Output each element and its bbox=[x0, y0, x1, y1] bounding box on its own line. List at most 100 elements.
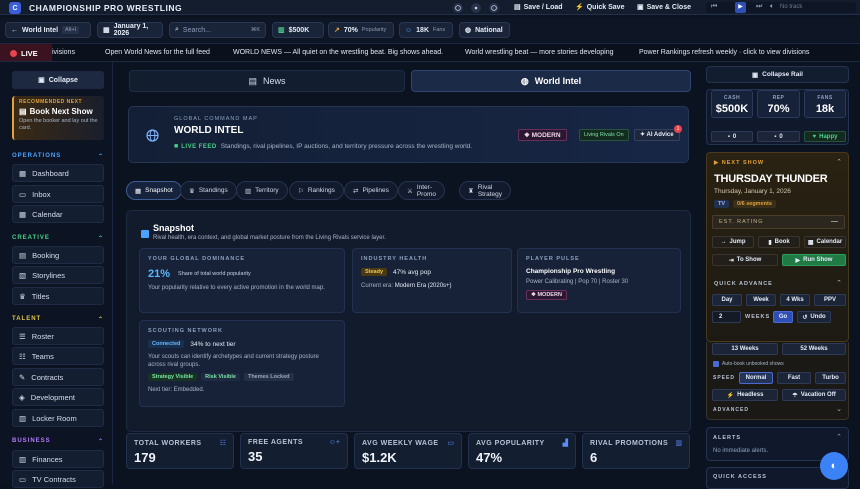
sidebar-item-label: Finances bbox=[32, 454, 63, 464]
ticker-item[interactable]: Open World News for the full feed bbox=[105, 49, 210, 56]
sidebar-item-development[interactable]: ◈ Development bbox=[12, 388, 104, 406]
stat-avg-weekly-wage: AVG WEEKLY WAGE ▭ $1.2K bbox=[354, 433, 462, 469]
era-pill[interactable]: ◍ National bbox=[459, 22, 510, 38]
globe-icon[interactable] bbox=[489, 3, 499, 13]
collapse-rail-button[interactable]: ▣ Collapse Rail bbox=[706, 66, 849, 83]
sidebar-item-tv-contracts[interactable]: ▭ TV Contracts bbox=[12, 470, 104, 488]
jump-button[interactable]: → Jump bbox=[712, 236, 754, 248]
trophy-icon: ♛ bbox=[19, 291, 26, 301]
subtab-rival-strategy[interactable]: ♜ Rival Strategy bbox=[459, 181, 512, 200]
stat-rival-promotions: RIVAL PROMOTIONS ▥ 6 bbox=[582, 433, 690, 469]
advance-ppv-button[interactable]: PPV bbox=[814, 294, 846, 306]
subtab-territory[interactable]: ▥ Territory bbox=[236, 181, 288, 200]
run-show-button[interactable]: ▶ Run Show bbox=[782, 254, 846, 266]
chevron-down-icon[interactable]: ⌄ bbox=[836, 405, 842, 413]
sidebar-item-booking[interactable]: ▤ Booking bbox=[12, 246, 104, 264]
ticker-item[interactable]: WORLD NEWS — All quiet on the wrestling … bbox=[233, 49, 443, 56]
subtab-rankings[interactable]: ⚐ Rankings bbox=[289, 181, 344, 200]
book-button[interactable]: ▮ Book bbox=[758, 236, 800, 248]
subtab-standings[interactable]: ♛ Standings bbox=[180, 181, 237, 200]
vacation-button[interactable]: ☂ Vacation Off bbox=[782, 389, 846, 401]
collapse-label: Collapse bbox=[48, 76, 78, 84]
subtab-pipelines[interactable]: ⇄ Pipelines bbox=[344, 181, 398, 200]
sidebar-item-inbox[interactable]: ▭ Inbox bbox=[12, 185, 104, 203]
section-business[interactable]: BUSINESS ⌃ bbox=[12, 438, 104, 445]
sidebar-item-teams[interactable]: ☷ Teams bbox=[12, 347, 104, 365]
speed-turbo-button[interactable]: Turbo bbox=[815, 372, 846, 384]
go-button[interactable]: Go bbox=[773, 311, 793, 323]
news-ticker[interactable]: LIVE ivisions Open World News for the fu… bbox=[0, 43, 860, 62]
sidebar-item-label: Roster bbox=[31, 331, 54, 341]
section-operations[interactable]: OPERATIONS ⌃ bbox=[12, 153, 104, 160]
speed-fast-button[interactable]: Fast bbox=[777, 372, 811, 384]
subtab-inter-promo[interactable]: ⚔ Inter-Promo bbox=[398, 181, 445, 200]
ai-advice-button[interactable]: ✦ AI Advice bbox=[634, 129, 680, 141]
chevron-up-icon[interactable]: ⌃ bbox=[836, 158, 842, 166]
tab-news[interactable]: ▤ News bbox=[129, 70, 405, 92]
save-load-button[interactable]: ▤ Save / Load bbox=[514, 3, 563, 12]
chevron-up-icon[interactable]: ⌃ bbox=[836, 433, 842, 441]
sidebar-item-calendar[interactable]: ▦ Calendar bbox=[12, 205, 104, 223]
sidebar-item-titles[interactable]: ♛ Titles bbox=[12, 287, 104, 305]
collapse-button[interactable]: ▣ Collapse bbox=[12, 71, 104, 89]
advanced-label[interactable]: ADVANCED bbox=[713, 407, 749, 413]
assistant-fab[interactable]: ◐ bbox=[820, 452, 848, 480]
fans-pill[interactable]: ☺ 18K Fans bbox=[399, 22, 453, 38]
ticker-item[interactable]: ivisions bbox=[52, 49, 75, 56]
scouting-next-tier: Next tier: Embedded. bbox=[148, 387, 205, 393]
quick-save-button[interactable]: ⚡ Quick Save bbox=[575, 3, 624, 12]
popularity-pill[interactable]: ↗ 70% Popularity bbox=[328, 22, 394, 38]
undo-button[interactable]: ↺ Undo bbox=[797, 311, 831, 323]
search-input[interactable]: ⌕ Search... ⌘K bbox=[169, 22, 266, 38]
subtab-snapshot[interactable]: ▦ Snapshot bbox=[126, 181, 182, 200]
ticker-item[interactable]: World wrestling beat — more stories deve… bbox=[465, 49, 614, 56]
tab-world-intel[interactable]: ◍ World Intel bbox=[411, 70, 691, 92]
subtab-label: Standings bbox=[198, 187, 228, 194]
rail-icon: ▣ bbox=[752, 71, 759, 79]
save-close-button[interactable]: ▣ Save & Close bbox=[637, 3, 691, 12]
chevron-up-icon: ⌃ bbox=[97, 154, 104, 160]
mood-value: Happy bbox=[819, 133, 838, 140]
chevron-up-icon[interactable]: ⌃ bbox=[836, 279, 842, 287]
to-show-button[interactable]: ⇥ To Show bbox=[712, 254, 778, 266]
scouting-value: 34% to next tier bbox=[190, 340, 236, 348]
sidebar-item-finances[interactable]: ▥ Finances bbox=[12, 450, 104, 468]
play-icon[interactable]: ▶ bbox=[735, 2, 746, 13]
date-button[interactable]: ▦ January 1, 2026 bbox=[97, 22, 163, 38]
live-feed-dot-icon: ■ bbox=[174, 143, 179, 150]
recommended-next-card[interactable]: RECOMMENDED NEXT ▤ Book Next Show Open th… bbox=[12, 96, 104, 140]
advance-52-weeks-button[interactable]: 52 Weeks bbox=[782, 343, 846, 355]
next-icon[interactable]: ⏭ bbox=[756, 3, 762, 11]
advance-day-button[interactable]: Day bbox=[712, 294, 742, 306]
speed-normal-button[interactable]: Normal bbox=[739, 372, 773, 384]
ticker-item[interactable]: Power Rankings refresh weekly · click to… bbox=[639, 49, 809, 56]
alerts-empty: No immediate alerts. bbox=[713, 448, 769, 454]
help-icon[interactable] bbox=[453, 3, 463, 13]
calendar-button[interactable]: ▦ Calendar bbox=[804, 236, 846, 248]
sidebar-item-contracts[interactable]: ✎ Contracts bbox=[12, 368, 104, 386]
sidebar-item-roster[interactable]: ☰ Roster bbox=[12, 327, 104, 345]
app-title: CHAMPIONSHIP PRO WRESTLING bbox=[29, 3, 183, 13]
advance-13-weeks-button[interactable]: 13 Weeks bbox=[712, 343, 778, 355]
card-title: YOUR GLOBAL DOMINANCE bbox=[148, 256, 245, 262]
section-label: TALENT bbox=[12, 316, 42, 322]
hero-eyebrow: GLOBAL COMMAND MAP bbox=[174, 116, 258, 122]
cash-pill[interactable]: ▥ $500K bbox=[272, 22, 324, 38]
headless-button[interactable]: ⚡ Headless bbox=[712, 389, 778, 401]
sidebar-item-locker-room[interactable]: ▥ Locker Room bbox=[12, 409, 104, 427]
sidebar-item-storylines[interactable]: ▧ Storylines bbox=[12, 266, 104, 284]
autobook-toggle[interactable]: Auto-book unbooked shows bbox=[713, 361, 784, 367]
stat-free-agents: FREE AGENTS ☺+ 35 bbox=[240, 433, 348, 469]
advance-4wks-button[interactable]: 4 Wks bbox=[780, 294, 810, 306]
advance-week-button[interactable]: Week bbox=[746, 294, 776, 306]
sidebar-item-dashboard[interactable]: ▦ Dashboard bbox=[12, 164, 104, 182]
section-creative[interactable]: CREATIVE ⌃ bbox=[12, 235, 104, 242]
industry-era-line: Current era: Modern Era (2020s+) bbox=[361, 283, 503, 289]
world-intel-button[interactable]: ← World Intel Alt+I bbox=[5, 22, 91, 38]
prev-icon[interactable]: ⏮ bbox=[711, 3, 717, 11]
show-name: THURSDAY THUNDER bbox=[714, 173, 828, 185]
section-talent[interactable]: TALENT ⌃ bbox=[12, 316, 104, 323]
settings-icon[interactable] bbox=[471, 3, 481, 13]
weeks-input[interactable]: 2 bbox=[712, 311, 741, 323]
volume-icon[interactable]: 🔈︎ bbox=[770, 3, 774, 11]
